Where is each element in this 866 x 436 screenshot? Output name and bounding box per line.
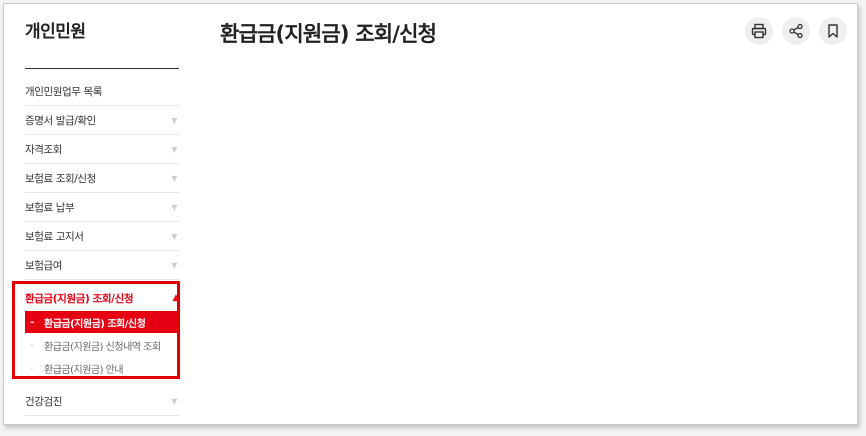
sidebar-item-benefits[interactable]: 보험급여 ▼	[25, 251, 179, 280]
submenu-item-refund-history[interactable]: - 환급금(지원금) 신청내역 조회	[25, 334, 177, 356]
print-button[interactable]	[745, 17, 773, 45]
sidebar-title: 개인민원	[25, 22, 86, 42]
page-frame: 개인민원 개인민원업무 목록 증명서 발급/확인 ▼ 자격조회 ▼ 보험료 조회…	[3, 3, 858, 425]
bookmark-icon	[828, 24, 838, 38]
sidebar-item-civil-list[interactable]: 개인민원업무 목록	[25, 77, 179, 106]
sidebar-item-label: 보험료 고지서	[25, 230, 84, 243]
chevron-down-icon: ▼	[171, 115, 177, 125]
submenu-item-refund-inquiry[interactable]: - 환급금(지원금) 조회/신청	[25, 311, 177, 333]
sidebar-item-label: 보험료 납부	[25, 201, 75, 214]
chevron-down-icon: ▼	[171, 202, 177, 212]
submenu-item-label: 환급금(지원금) 안내	[44, 364, 124, 376]
sidebar-item-label: 건강검진	[25, 395, 63, 408]
share-button[interactable]	[782, 17, 810, 45]
sidebar-item-health-checkup[interactable]: 건강검진 ▼	[25, 387, 179, 416]
sidebar-item-premium-notice[interactable]: 보험료 고지서 ▼	[25, 222, 179, 251]
sidebar-item-label: 환급금(지원금) 조회/신청	[25, 292, 134, 305]
share-icon	[789, 23, 803, 39]
submenu-item-label: 환급금(지원금) 조회/신청	[44, 318, 146, 330]
sidebar-item-refund[interactable]: 환급금(지원금) 조회/신청 ▲	[25, 287, 181, 309]
sidebar-item-label: 개인민원업무 목록	[25, 85, 103, 98]
sidebar-divider	[25, 68, 179, 69]
sidebar-item-premium-inquiry[interactable]: 보험료 조회/신청 ▼	[25, 164, 179, 193]
sidebar-item-label: 증명서 발급/확인	[25, 114, 96, 127]
chevron-down-icon: ▼	[171, 396, 177, 406]
sidebar-item-premium-payment[interactable]: 보험료 납부 ▼	[25, 193, 179, 222]
chevron-down-icon: ▼	[171, 173, 177, 183]
sidebar-item-label: 보험급여	[25, 259, 63, 272]
bookmark-button[interactable]	[819, 17, 847, 45]
submenu-item-label: 환급금(지원금) 신청내역 조회	[44, 341, 161, 353]
print-icon	[751, 23, 767, 39]
sidebar-item-eligibility[interactable]: 자격조회 ▼	[25, 135, 179, 164]
page-title: 환급금(지원금) 조회/신청	[220, 22, 437, 46]
submenu-marker: -	[30, 339, 34, 351]
chevron-down-icon: ▼	[171, 231, 177, 241]
chevron-down-icon: ▼	[171, 260, 177, 270]
sidebar-item-certificates[interactable]: 증명서 발급/확인 ▼	[25, 106, 179, 135]
submenu-marker: -	[30, 316, 34, 328]
sidebar-item-label: 자격조회	[25, 143, 63, 156]
chevron-up-icon: ▲	[172, 293, 179, 303]
chevron-down-icon: ▼	[171, 144, 177, 154]
sidebar-item-label: 보험료 조회/신청	[25, 172, 96, 185]
submenu-marker: -	[30, 362, 34, 374]
submenu-item-refund-guide[interactable]: - 환급금(지원금) 안내	[25, 357, 177, 379]
